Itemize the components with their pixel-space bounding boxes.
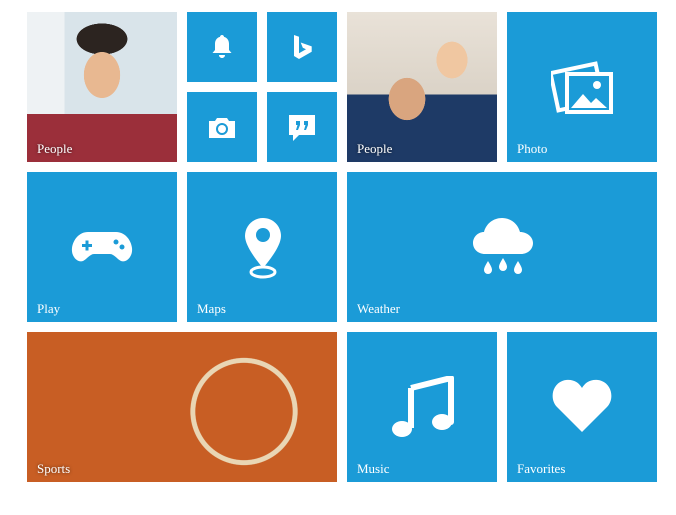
tile-maps[interactable]: Maps	[187, 172, 337, 322]
tile-label: People	[37, 141, 73, 156]
gamepad-icon	[70, 229, 134, 265]
tile-people-2[interactable]: People	[347, 12, 497, 162]
photos-icon	[551, 60, 615, 116]
tile-label: Weather	[357, 301, 400, 316]
tile-photo[interactable]: Photo	[507, 12, 657, 162]
tile-weather[interactable]: Weather	[347, 172, 657, 322]
tile-notifications[interactable]	[187, 12, 257, 82]
music-note-icon	[391, 376, 455, 440]
map-pin-icon	[243, 216, 283, 280]
tile-label: Favorites	[517, 461, 566, 476]
tile-favorites[interactable]: Favorites	[507, 332, 657, 482]
tile-bing[interactable]	[267, 12, 337, 82]
tile-label: Maps	[197, 301, 226, 316]
tile-play[interactable]: Play	[27, 172, 177, 322]
bing-icon	[292, 34, 314, 60]
quote-icon	[288, 114, 316, 142]
tile-label: Music	[357, 461, 390, 476]
heart-icon	[551, 376, 613, 434]
bell-icon	[210, 34, 234, 60]
tile-messaging[interactable]	[267, 92, 337, 162]
camera-icon	[207, 116, 237, 140]
tile-music[interactable]: Music	[347, 332, 497, 482]
rain-cloud-icon	[471, 216, 535, 278]
tile-label: Sports	[37, 461, 71, 476]
tile-label: Photo	[517, 141, 548, 156]
tile-people-1[interactable]: People	[27, 12, 177, 162]
tile-label: Play	[37, 301, 61, 316]
tile-camera[interactable]	[187, 92, 257, 162]
tile-sports[interactable]: Sports	[27, 332, 337, 482]
tile-label: People	[357, 141, 393, 156]
